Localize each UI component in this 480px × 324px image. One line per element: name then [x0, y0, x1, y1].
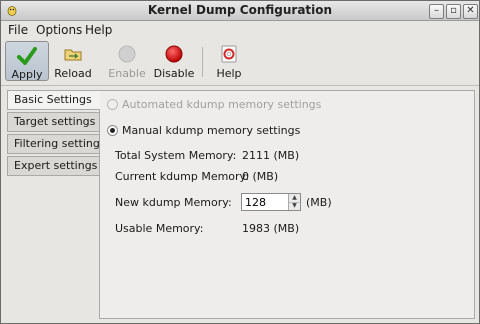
new-memory-input[interactable] [243, 195, 291, 209]
menu-options[interactable]: Options [36, 23, 82, 37]
current-memory-value: 0 (MB) [242, 170, 279, 183]
total-memory-label: Total System Memory: [115, 149, 237, 162]
reload-button[interactable]: Reload [51, 41, 95, 81]
reload-label: Reload [54, 67, 92, 80]
usable-memory-label: Usable Memory: [115, 222, 204, 235]
spin-down-icon[interactable]: ▼ [289, 202, 300, 210]
apply-label: Apply [11, 68, 43, 81]
stop-circle-icon [165, 45, 183, 63]
apply-button[interactable]: Apply [5, 41, 49, 81]
help-label: Help [216, 67, 242, 80]
tab-filtering-settings[interactable]: Filtering settings [7, 134, 99, 154]
total-memory-value: 2111 (MB) [242, 149, 300, 162]
tab-expert-settings[interactable]: Expert settings [7, 156, 99, 176]
window-title: Kernel Dump Configuration [147, 3, 333, 17]
checkmark-icon [17, 47, 37, 65]
tab-basic-settings[interactable]: Basic Settings [7, 90, 100, 110]
enable-button[interactable]: Enable [105, 41, 149, 81]
main-window: Kernel Dump Configuration – ▫ ✕ File Opt… [0, 0, 480, 324]
menu-help[interactable]: Help [85, 23, 112, 37]
enable-circle-icon [118, 45, 136, 63]
current-memory-label: Current kdump Memory: [115, 170, 249, 183]
tab-target-settings[interactable]: Target settings [7, 112, 99, 132]
folder-icon [64, 49, 82, 61]
disable-label: Disable [153, 67, 195, 80]
maximize-icon[interactable]: ▫ [446, 4, 461, 19]
minimize-icon[interactable]: – [429, 4, 444, 19]
help-button[interactable]: Help [207, 41, 251, 81]
automated-memory-radio[interactable] [107, 99, 118, 110]
automated-memory-label: Automated kdump memory settings [122, 98, 322, 111]
new-memory-unit: (MB) [306, 196, 332, 209]
toolbar: Apply Reload Enable Disable Help [1, 39, 479, 86]
usable-memory-value: 1983 (MB) [242, 222, 300, 235]
enable-label: Enable [108, 67, 146, 80]
spin-arrows: ▲ ▼ [288, 194, 300, 210]
help-lifebuoy-icon [221, 45, 237, 63]
close-icon[interactable]: ✕ [463, 4, 478, 19]
manual-memory-radio[interactable] [107, 125, 118, 136]
new-memory-label: New kdump Memory: [115, 196, 232, 209]
new-memory-spinbox[interactable]: ▲ ▼ [241, 193, 301, 211]
disable-button[interactable]: Disable [152, 41, 196, 81]
toolbar-separator [202, 47, 203, 77]
menu-file[interactable]: File [8, 23, 28, 37]
menu-bar: File Options Help [1, 21, 479, 39]
manual-memory-label: Manual kdump memory settings [122, 124, 301, 137]
title-bar[interactable]: Kernel Dump Configuration – ▫ ✕ [1, 1, 479, 21]
